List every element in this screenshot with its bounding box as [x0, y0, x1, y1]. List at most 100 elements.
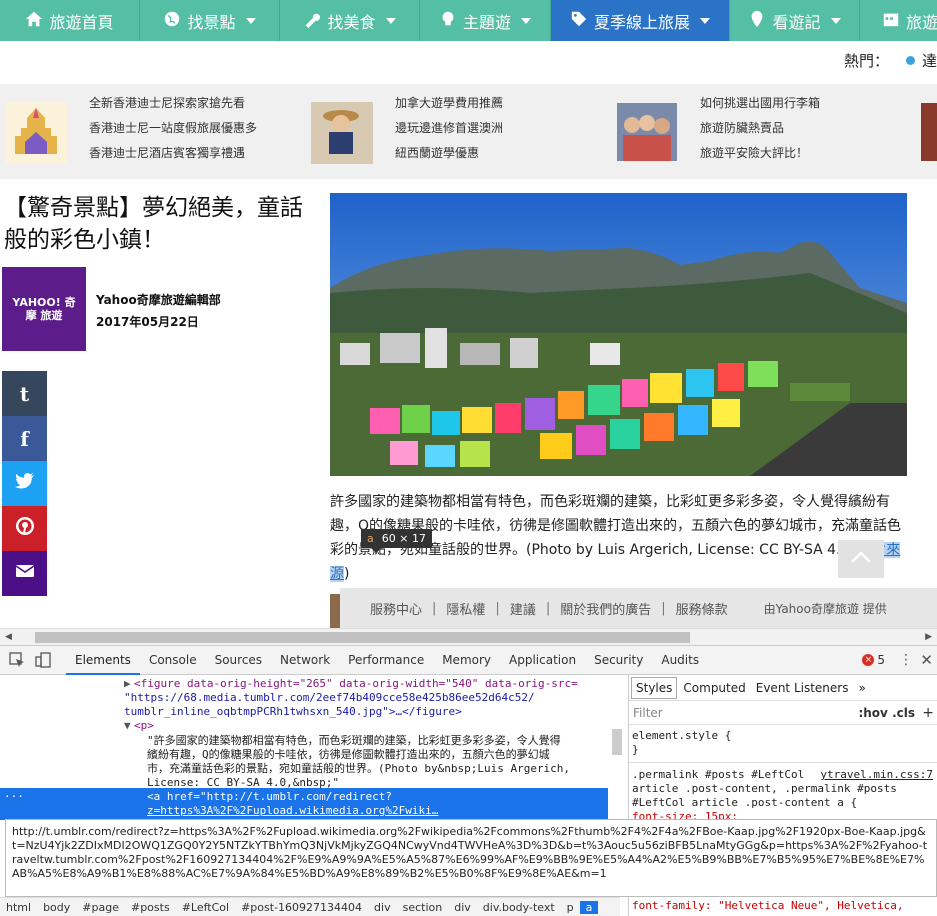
- hov-toggle[interactable]: :hov .cls: [858, 706, 915, 720]
- more-tabs-icon[interactable]: »: [854, 678, 869, 698]
- chevron-down-icon: [385, 17, 396, 24]
- styles-filter[interactable]: Filter :hov .cls +: [629, 701, 937, 725]
- style-selector: article .post-content, .permalink #posts: [632, 782, 897, 795]
- style-property[interactable]: font-family: "Helvetica Neue", Helvetica…: [629, 899, 904, 913]
- nav-label: 夏季線上旅展: [593, 12, 690, 32]
- promo-link[interactable]: 旅遊防臟熱賣品: [700, 121, 820, 135]
- tab-elements[interactable]: Elements: [66, 646, 140, 675]
- tab-event-listeners[interactable]: Event Listeners: [752, 678, 853, 698]
- nav-item-home[interactable]: 旅遊首頁: [0, 0, 140, 41]
- breadcrumb-item[interactable]: #page: [76, 901, 125, 914]
- footer-link[interactable]: 服務條款: [676, 599, 728, 618]
- dom-node[interactable]: tumblr_inline_oqbtmpPCRh1twhsxn_540.jpg"…: [124, 705, 462, 719]
- device-toolbar-icon[interactable]: [34, 651, 52, 669]
- nav-item-food[interactable]: 找美食: [280, 0, 420, 41]
- footer-link[interactable]: 隱私權: [446, 599, 485, 618]
- hot-bar: 熱門： 達: [0, 41, 937, 79]
- breadcrumb-item[interactable]: div.body-text: [477, 901, 561, 914]
- tooltip-tag: a: [367, 532, 374, 545]
- style-line[interactable]: element.style {: [629, 729, 937, 743]
- inspect-element-icon[interactable]: [8, 651, 26, 669]
- scroll-right-icon[interactable]: ▶: [925, 632, 932, 642]
- horizontal-scrollbar[interactable]: ◀ ▶: [0, 628, 937, 645]
- author-logo-text: YAHOO! 奇摩 旅遊: [12, 296, 76, 322]
- footer-link[interactable]: 服務中心: [370, 599, 422, 618]
- close-icon[interactable]: ✕: [920, 651, 933, 669]
- friends-travel-thumbnail[interactable]: [617, 103, 677, 161]
- breadcrumb-item[interactable]: div: [448, 901, 477, 914]
- tab-console[interactable]: Console: [140, 646, 206, 675]
- disney-castle-thumbnail[interactable]: [5, 102, 67, 164]
- tab-network[interactable]: Network: [271, 646, 339, 675]
- scroll-left-icon[interactable]: ◀: [5, 632, 12, 642]
- dom-text-node[interactable]: 繽紛有趣，Q的像糖果般的卡哇依，彷彿是修圖軟體打造出來的，五顏六色的夢幻城: [147, 748, 550, 762]
- breadcrumb-item[interactable]: #LeftCol: [176, 901, 235, 914]
- promo-link[interactable]: 旅遊平安險大評比！: [700, 146, 820, 160]
- breadcrumb-item[interactable]: div: [368, 901, 397, 914]
- stylesheet-link[interactable]: ytravel.min.css:7: [820, 768, 933, 782]
- breadcrumb-item[interactable]: #post-160927134404: [235, 901, 368, 914]
- tab-computed[interactable]: Computed: [679, 678, 749, 698]
- share-tumblr-button[interactable]: t: [2, 371, 47, 416]
- tab-application[interactable]: Application: [500, 646, 585, 675]
- breadcrumb-item[interactable]: p: [561, 901, 580, 914]
- dom-node[interactable]: <a href="http://t.umblr.com/redirect?: [147, 790, 392, 804]
- dom-node[interactable]: z=https%3A%2F%2Fupload.wikimedia.org%2Fw…: [147, 804, 438, 818]
- tooltip-size: 60 × 17: [381, 532, 426, 545]
- hot-item[interactable]: 達: [922, 50, 937, 71]
- more-options-icon[interactable]: ⋮: [899, 652, 913, 668]
- promo-link[interactable]: 如何挑選出國用行李箱: [700, 96, 820, 110]
- nav-item-summer-fair[interactable]: 夏季線上旅展: [551, 0, 730, 41]
- promo-link[interactable]: 全新香港迪士尼探索家搶先看: [89, 96, 257, 110]
- dom-text-node[interactable]: "許多國家的建築物都相當有特色，而色彩斑斕的建築，比彩虹更多彩多姿，令人覺得: [147, 734, 561, 748]
- promo-link[interactable]: 加拿大遊學費用推薦: [395, 96, 503, 110]
- promo-thumbnail-partial[interactable]: [921, 103, 937, 161]
- study-abroad-thumbnail[interactable]: [311, 102, 373, 164]
- expand-arrow-icon[interactable]: ▶: [124, 677, 131, 691]
- tab-styles[interactable]: Styles: [631, 676, 678, 699]
- dom-node[interactable]: <figure data-orig-height="265" data-orig…: [134, 677, 578, 691]
- scrollbar-thumb[interactable]: [35, 632, 690, 643]
- tab-security[interactable]: Security: [585, 646, 652, 675]
- author-name[interactable]: Yahoo奇摩旅遊編輯部: [96, 291, 221, 308]
- share-email-button[interactable]: [2, 551, 47, 596]
- footer-link[interactable]: 關於我們的廣告: [560, 599, 651, 618]
- nav-item-travelogues[interactable]: 看遊記: [730, 0, 860, 41]
- collapse-arrow-icon[interactable]: ▼: [124, 719, 131, 733]
- breadcrumb-item[interactable]: section: [397, 901, 449, 914]
- tab-memory[interactable]: Memory: [433, 646, 500, 675]
- main-nav: 旅遊首頁 找景點 找美食 主題遊 夏季線上旅展 看遊記 旅遊: [0, 0, 937, 41]
- nav-item-attractions[interactable]: 找景點: [140, 0, 280, 41]
- error-counter[interactable]: × 5: [862, 653, 885, 667]
- style-line: }: [632, 743, 639, 756]
- promo-link[interactable]: 邊玩邊進修首選澳洲: [395, 121, 503, 135]
- breadcrumb-item-active[interactable]: a: [579, 900, 599, 914]
- share-twitter-button[interactable]: [2, 461, 47, 506]
- tab-performance[interactable]: Performance: [339, 646, 433, 675]
- tab-audits[interactable]: Audits: [652, 646, 708, 675]
- tab-sources[interactable]: Sources: [206, 646, 271, 675]
- scroll-to-top-button[interactable]: [838, 540, 884, 578]
- nav-item-travel[interactable]: 旅遊: [860, 0, 937, 41]
- promo-link[interactable]: 紐西蘭遊學優惠: [395, 146, 503, 160]
- share-facebook-button[interactable]: f: [2, 416, 47, 461]
- dom-node[interactable]: <p>: [134, 719, 154, 733]
- nav-label: 看遊記: [772, 12, 821, 32]
- footer-link[interactable]: 建議: [510, 599, 536, 618]
- author-logo[interactable]: YAHOO! 奇摩 旅遊: [2, 267, 86, 351]
- nav-label: 主題遊: [462, 12, 511, 32]
- article-hero-image: [330, 193, 907, 476]
- promo-link[interactable]: 香港迪士尼酒店賓客獨享禮遇: [89, 146, 257, 160]
- breadcrumb-item[interactable]: html: [0, 901, 37, 914]
- nav-item-themes[interactable]: 主題遊: [420, 0, 551, 41]
- elements-scrollbar[interactable]: [612, 729, 622, 755]
- share-pinterest-button[interactable]: [2, 506, 47, 551]
- add-style-rule-icon[interactable]: +: [922, 705, 934, 721]
- nav-label: 旅遊首頁: [49, 12, 114, 32]
- dom-text-node[interactable]: 市，充滿童話色彩的景點，宛如童話般的世界。(Photo by&nbsp;Luis…: [147, 762, 570, 776]
- breadcrumb-item[interactable]: body: [37, 901, 76, 914]
- breadcrumb-item[interactable]: #posts: [125, 901, 176, 914]
- dom-node[interactable]: "https://68.media.tumblr.com/2eef74b409c…: [124, 691, 535, 705]
- promo-link[interactable]: 香港迪士尼一站度假旅展優惠多: [89, 121, 257, 135]
- selected-dom-node[interactable]: ··· <a href="http://t.umblr.com/redirect…: [0, 788, 608, 820]
